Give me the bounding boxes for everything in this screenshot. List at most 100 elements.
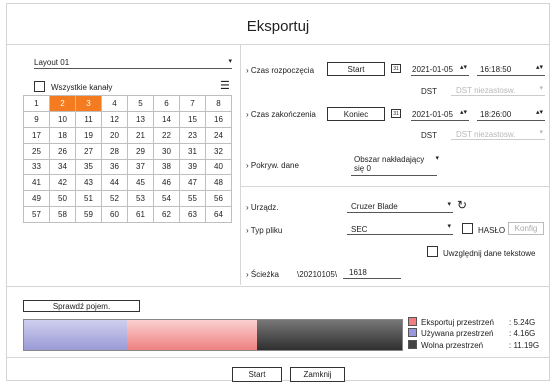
channel-cell[interactable]: 7 <box>180 96 206 112</box>
channel-cell[interactable]: 25 <box>24 143 50 160</box>
channel-cell[interactable]: 37 <box>128 159 154 176</box>
spin-arrows-icon[interactable]: ▴▾ <box>536 109 543 117</box>
channel-cell[interactable]: 11 <box>76 111 102 128</box>
channel-cell[interactable]: 46 <box>154 175 180 192</box>
channel-cell[interactable]: 21 <box>128 127 154 144</box>
start-time-button[interactable]: Start <box>327 62 385 76</box>
title-divider <box>7 44 549 45</box>
channel-cell[interactable]: 5 <box>128 96 154 112</box>
channel-cell[interactable]: 40 <box>206 159 232 176</box>
channel-cell[interactable]: 12 <box>102 111 128 128</box>
file-type-label: › Typ pliku <box>246 226 283 235</box>
start-export-button[interactable]: Start <box>232 367 282 382</box>
channel-cell[interactable]: 9 <box>24 111 50 128</box>
close-button[interactable]: Zamknij <box>290 367 345 382</box>
channel-cell[interactable]: 52 <box>102 191 128 208</box>
chevron-down-icon: ▾ <box>539 129 543 136</box>
end-time-field[interactable]: 18:26:00 ▴▾ <box>477 107 545 121</box>
channel-cell[interactable]: 6 <box>154 96 180 112</box>
list-view-icon[interactable]: ☰ <box>220 79 230 92</box>
channel-cell[interactable]: 63 <box>180 207 206 223</box>
channel-cell[interactable]: 4 <box>102 96 128 112</box>
channel-cell[interactable]: 51 <box>76 191 102 208</box>
channel-cell[interactable]: 28 <box>102 143 128 160</box>
channel-cell[interactable]: 35 <box>76 159 102 176</box>
calendar-icon[interactable]: 31 <box>391 64 401 73</box>
channel-cell[interactable]: 56 <box>206 191 232 208</box>
channel-cell[interactable]: 26 <box>50 143 76 160</box>
channel-cell[interactable]: 47 <box>180 175 206 192</box>
include-text-checkbox[interactable] <box>427 246 438 257</box>
channel-cell[interactable]: 15 <box>180 111 206 128</box>
channel-cell[interactable]: 24 <box>206 127 232 144</box>
calendar-icon[interactable]: 31 <box>391 109 401 118</box>
channel-cell[interactable]: 39 <box>180 159 206 176</box>
channel-cell[interactable]: 3 <box>76 96 102 112</box>
channel-cell[interactable]: 61 <box>128 207 154 223</box>
end-dst-select[interactable]: DST niezastosw. ▾ <box>451 127 545 140</box>
channel-cell[interactable]: 62 <box>154 207 180 223</box>
start-date-field[interactable]: 2021-01-05 ▴▾ <box>411 62 469 76</box>
channel-cell[interactable]: 38 <box>154 159 180 176</box>
start-dst-select[interactable]: DST niezastosw. ▾ <box>451 83 545 96</box>
channel-cell[interactable]: 18 <box>50 127 76 144</box>
password-label: HASŁO <box>478 226 506 235</box>
channel-cell[interactable]: 30 <box>154 143 180 160</box>
all-channels-checkbox[interactable] <box>34 81 45 92</box>
channel-cell[interactable]: 19 <box>76 127 102 144</box>
channel-cell[interactable]: 16 <box>206 111 232 128</box>
start-dst-label: DST <box>421 87 437 96</box>
channel-cell[interactable]: 29 <box>128 143 154 160</box>
channel-cell[interactable]: 59 <box>76 207 102 223</box>
spin-arrows-icon[interactable]: ▴▾ <box>460 109 467 117</box>
channel-cell[interactable]: 45 <box>128 175 154 192</box>
channel-cell[interactable]: 22 <box>154 127 180 144</box>
free-space-segment <box>257 320 402 350</box>
refresh-icon[interactable]: ↻ <box>457 198 467 212</box>
channel-cell[interactable]: 42 <box>50 175 76 192</box>
channel-cell[interactable]: 36 <box>102 159 128 176</box>
channel-cell[interactable]: 64 <box>206 207 232 223</box>
channel-cell[interactable]: 17 <box>24 127 50 144</box>
device-select[interactable]: Cruzer Blade ▾ <box>347 199 453 213</box>
config-button[interactable]: Konfig <box>508 222 544 235</box>
overlap-select[interactable]: Obszar nakładający się 0 ▾ <box>351 153 439 176</box>
end-time-button[interactable]: Koniec <box>327 107 385 121</box>
spin-arrows-icon[interactable]: ▴▾ <box>460 64 467 72</box>
path-input[interactable]: 1618 <box>343 266 401 279</box>
channel-cell[interactable]: 50 <box>50 191 76 208</box>
channel-cell[interactable]: 48 <box>206 175 232 192</box>
channel-cell[interactable]: 8 <box>206 96 232 112</box>
channel-cell[interactable]: 43 <box>76 175 102 192</box>
channel-cell[interactable]: 20 <box>102 127 128 144</box>
channel-cell[interactable]: 44 <box>102 175 128 192</box>
channel-cell[interactable]: 60 <box>102 207 128 223</box>
channel-cell[interactable]: 10 <box>50 111 76 128</box>
layout-select[interactable]: Layout 01 ▾ <box>34 56 232 69</box>
channel-cell[interactable]: 23 <box>180 127 206 144</box>
channel-cell[interactable]: 13 <box>128 111 154 128</box>
channel-cell[interactable]: 31 <box>180 143 206 160</box>
spin-arrows-icon[interactable]: ▴▾ <box>536 64 543 72</box>
channel-cell[interactable]: 33 <box>24 159 50 176</box>
device-label: › Urządz. <box>246 203 279 212</box>
channel-cell[interactable]: 49 <box>24 191 50 208</box>
channel-cell[interactable]: 57 <box>24 207 50 223</box>
file-type-select[interactable]: SEC ▾ <box>347 221 453 235</box>
check-capacity-button[interactable]: Sprawdź pojem. <box>23 300 140 312</box>
channel-cell[interactable]: 27 <box>76 143 102 160</box>
password-checkbox[interactable] <box>462 223 473 234</box>
channel-cell[interactable]: 54 <box>154 191 180 208</box>
channel-cell[interactable]: 2 <box>50 96 76 112</box>
channel-cell[interactable]: 1 <box>24 96 50 112</box>
start-time-field[interactable]: 16:18:50 ▴▾ <box>477 62 545 76</box>
channel-cell[interactable]: 34 <box>50 159 76 176</box>
channel-cell[interactable]: 41 <box>24 175 50 192</box>
end-date-field[interactable]: 2021-01-05 ▴▾ <box>411 107 469 121</box>
channel-cell[interactable]: 55 <box>180 191 206 208</box>
channel-grid: 1 2 3 4 5 6 7 8 9 10 11 12 13 14 15 16 17 18 19 20 21 22 23 24 2… <box>23 95 232 223</box>
channel-cell[interactable]: 58 <box>50 207 76 223</box>
channel-cell[interactable]: 14 <box>154 111 180 128</box>
channel-cell[interactable]: 53 <box>128 191 154 208</box>
channel-cell[interactable]: 32 <box>206 143 232 160</box>
